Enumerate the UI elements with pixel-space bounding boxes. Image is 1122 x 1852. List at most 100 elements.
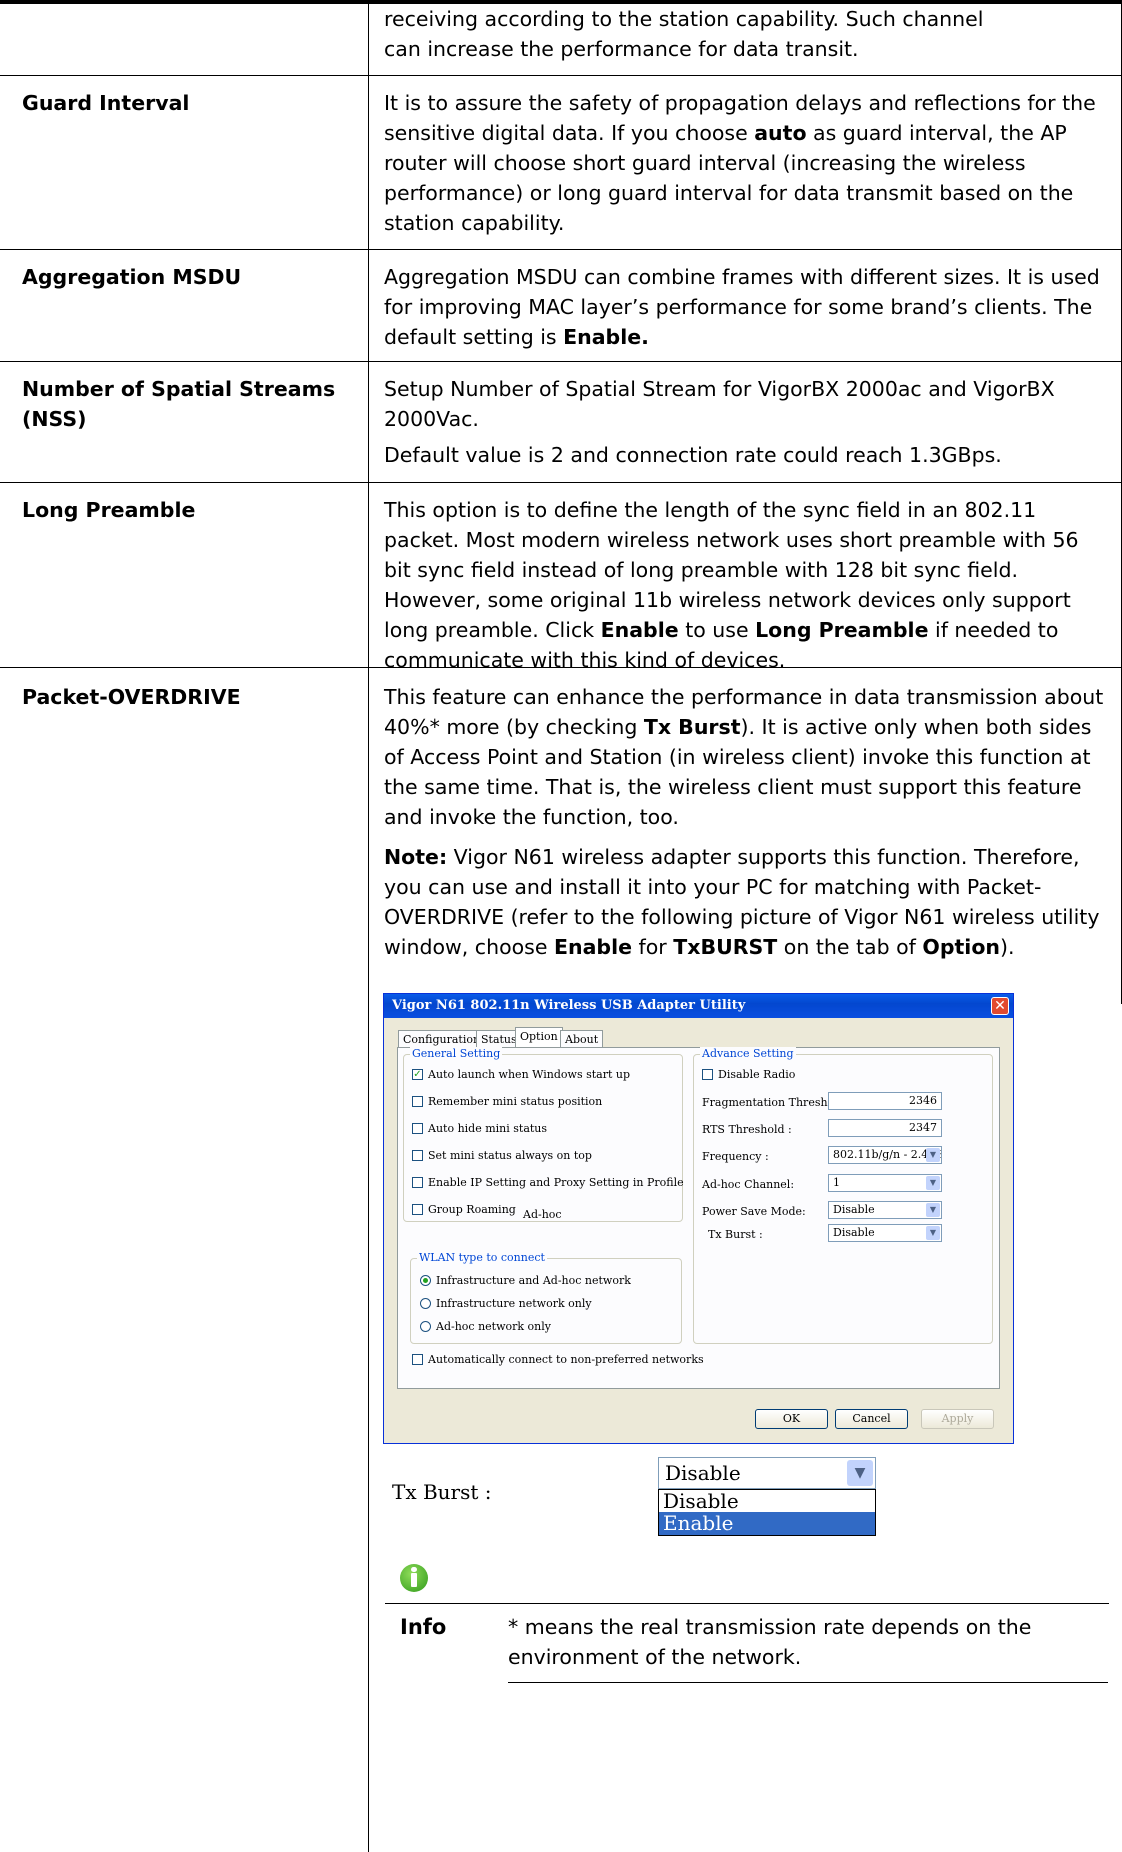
power-save-label: Power Save Mode: [702,1205,806,1218]
checkbox-ip-proxy[interactable]: Enable IP Setting and Proxy Setting in P… [412,1176,684,1190]
row-text-continued: receiving according to the station capab… [384,4,1104,64]
info-label: Info [400,1615,447,1639]
cancel-button[interactable]: Cancel [835,1409,908,1429]
radio-icon [420,1274,431,1286]
row-text-packet-overdrive: This feature can enhance the performance… [384,685,1104,829]
row-text-guard-interval: It is to assure the safety of propagatio… [384,91,1096,235]
rts-label: RTS Threshold : [702,1123,792,1136]
row-label-nss: Number of Spatial Streams (NSS) [22,377,336,431]
row-divider [0,75,1122,76]
checkbox-icon [702,1068,713,1080]
tab-about[interactable]: About [560,1030,604,1048]
checkbox-always-on-top[interactable]: Set mini status always on top [412,1149,592,1163]
checkbox-icon [412,1353,423,1365]
checkbox-icon [412,1122,423,1134]
callout-dropdown-list: Disable Enable [658,1489,876,1536]
chevron-down-icon: ▼ [926,1203,940,1217]
option-panel: General Setting ✓ Auto launch when Window… [397,1047,1000,1389]
chevron-down-icon: ▼ [926,1226,940,1240]
adhoc-note: Ad-hoc [523,1208,562,1221]
frequency-label: Frequency : [702,1150,769,1163]
radio-icon [420,1320,431,1332]
checkbox-label: Disable Radio [718,1068,796,1081]
row-text-long-preamble: This option is to define the length of t… [384,498,1079,672]
callout-selected-value: Disable [665,1461,741,1485]
checkbox-icon [412,1176,423,1188]
row-text-nss: Setup Number of Spatial Stream for Vigor… [384,377,1055,431]
row-divider [0,361,1122,362]
text-line: receiving according to the station capab… [384,7,984,31]
frag-threshold-input[interactable]: 2346 [828,1092,942,1110]
info-icon [400,1564,428,1592]
adhoc-channel-select[interactable]: 1 ▼ [828,1174,942,1192]
general-setting-title: General Setting [410,1047,503,1060]
radio-infra-only[interactable]: Infrastructure network only [420,1297,592,1311]
radio-label: Infrastructure network only [436,1297,592,1310]
checkbox-icon [412,1149,423,1161]
tab-configuration[interactable]: Configuration [398,1030,486,1048]
row-text-nss-default: Default value is 2 and connection rate c… [384,443,1002,467]
check-icon: ✓ [412,1068,423,1080]
checkbox-icon [412,1095,423,1107]
apply-button[interactable]: Apply [921,1409,994,1429]
row-text-aggregation-msdu: Aggregation MSDU can combine frames with… [384,265,1100,349]
checkbox-auto-launch[interactable]: ✓ Auto launch when Windows start up [412,1068,630,1082]
window-title: Vigor N61 802.11n Wireless USB Adapter U… [384,994,1013,1018]
radio-infra-adhoc[interactable]: Infrastructure and Ad-hoc network [420,1274,631,1288]
close-icon[interactable]: ✕ [991,997,1009,1015]
rts-threshold-input[interactable]: 2347 [828,1119,942,1137]
row-label-aggregation-msdu: Aggregation MSDU [22,265,242,289]
checkbox-auto-hide[interactable]: Auto hide mini status [412,1122,547,1136]
info-top-rule [385,1603,1109,1604]
checkbox-label: Set mini status always on top [428,1149,592,1162]
row-divider [0,482,1122,483]
checkbox-remember-position[interactable]: Remember mini status position [412,1095,602,1109]
chevron-down-icon: ▼ [847,1460,873,1486]
info-icon-dot [411,1567,417,1572]
row-label-guard-interval: Guard Interval [22,91,190,115]
ok-button[interactable]: OK [755,1409,828,1429]
checkbox-group-roaming[interactable]: Group Roaming [412,1203,516,1217]
tx-burst-value: Disable [833,1226,875,1239]
tab-option[interactable]: Option [515,1027,563,1048]
chevron-down-icon: ▼ [926,1148,940,1162]
callout-tx-burst-label: Tx Burst : [392,1480,492,1504]
checkbox-label: Enable IP Setting and Proxy Setting in P… [428,1176,684,1189]
checkbox-label: Auto launch when Windows start up [428,1068,631,1081]
dropdown-option-disable[interactable]: Disable [659,1490,875,1512]
row-divider [0,249,1122,250]
row-label-packet-overdrive: Packet-OVERDRIVE [22,685,241,709]
callout-tx-burst-select[interactable]: Disable ▼ [658,1457,876,1489]
info-bottom-rule [508,1682,1108,1683]
tx-burst-select[interactable]: Disable ▼ [828,1224,942,1242]
adhoc-channel-label: Ad-hoc Channel: [702,1178,795,1191]
dropdown-option-enable[interactable]: Enable [659,1512,875,1535]
text-line: can increase the performance for data tr… [384,37,859,61]
info-text: * means the real transmission rate depen… [508,1615,1032,1669]
radio-label: Ad-hoc network only [436,1320,551,1333]
utility-window-screenshot: Vigor N61 802.11n Wireless USB Adapter U… [383,993,1014,1444]
power-save-select[interactable]: Disable ▼ [828,1201,942,1219]
info-icon-glyph [411,1573,417,1587]
tx-burst-label: Tx Burst : [708,1228,763,1241]
adhoc-channel-value: 1 [833,1176,840,1189]
radio-label: Infrastructure and Ad-hoc network [436,1274,631,1287]
radio-icon [420,1297,431,1309]
checkbox-auto-connect[interactable]: Automatically connect to non-preferred n… [412,1353,704,1367]
checkbox-label: Group Roaming [428,1203,516,1216]
advance-setting-title: Advance Setting [700,1047,796,1060]
checkbox-label: Auto hide mini status [428,1122,548,1135]
radio-adhoc-only[interactable]: Ad-hoc network only [420,1320,551,1334]
manual-page: receiving according to the station capab… [0,0,1122,1852]
frequency-select[interactable]: 802.11b/g/n - 2.4GH ▼ [828,1146,942,1164]
row-label-long-preamble: Long Preamble [22,498,196,522]
checkbox-label: Automatically connect to non-preferred n… [428,1353,704,1366]
chevron-down-icon: ▼ [926,1176,940,1190]
row-note-packet-overdrive: Note: Vigor N61 wireless adapter support… [384,845,1100,959]
wlan-type-title: WLAN type to connect [417,1251,547,1264]
checkbox-label: Remember mini status position [428,1095,603,1108]
checkbox-icon [412,1203,423,1215]
column-divider [368,4,369,1852]
power-save-value: Disable [833,1203,875,1216]
checkbox-disable-radio[interactable]: Disable Radio [702,1068,795,1082]
